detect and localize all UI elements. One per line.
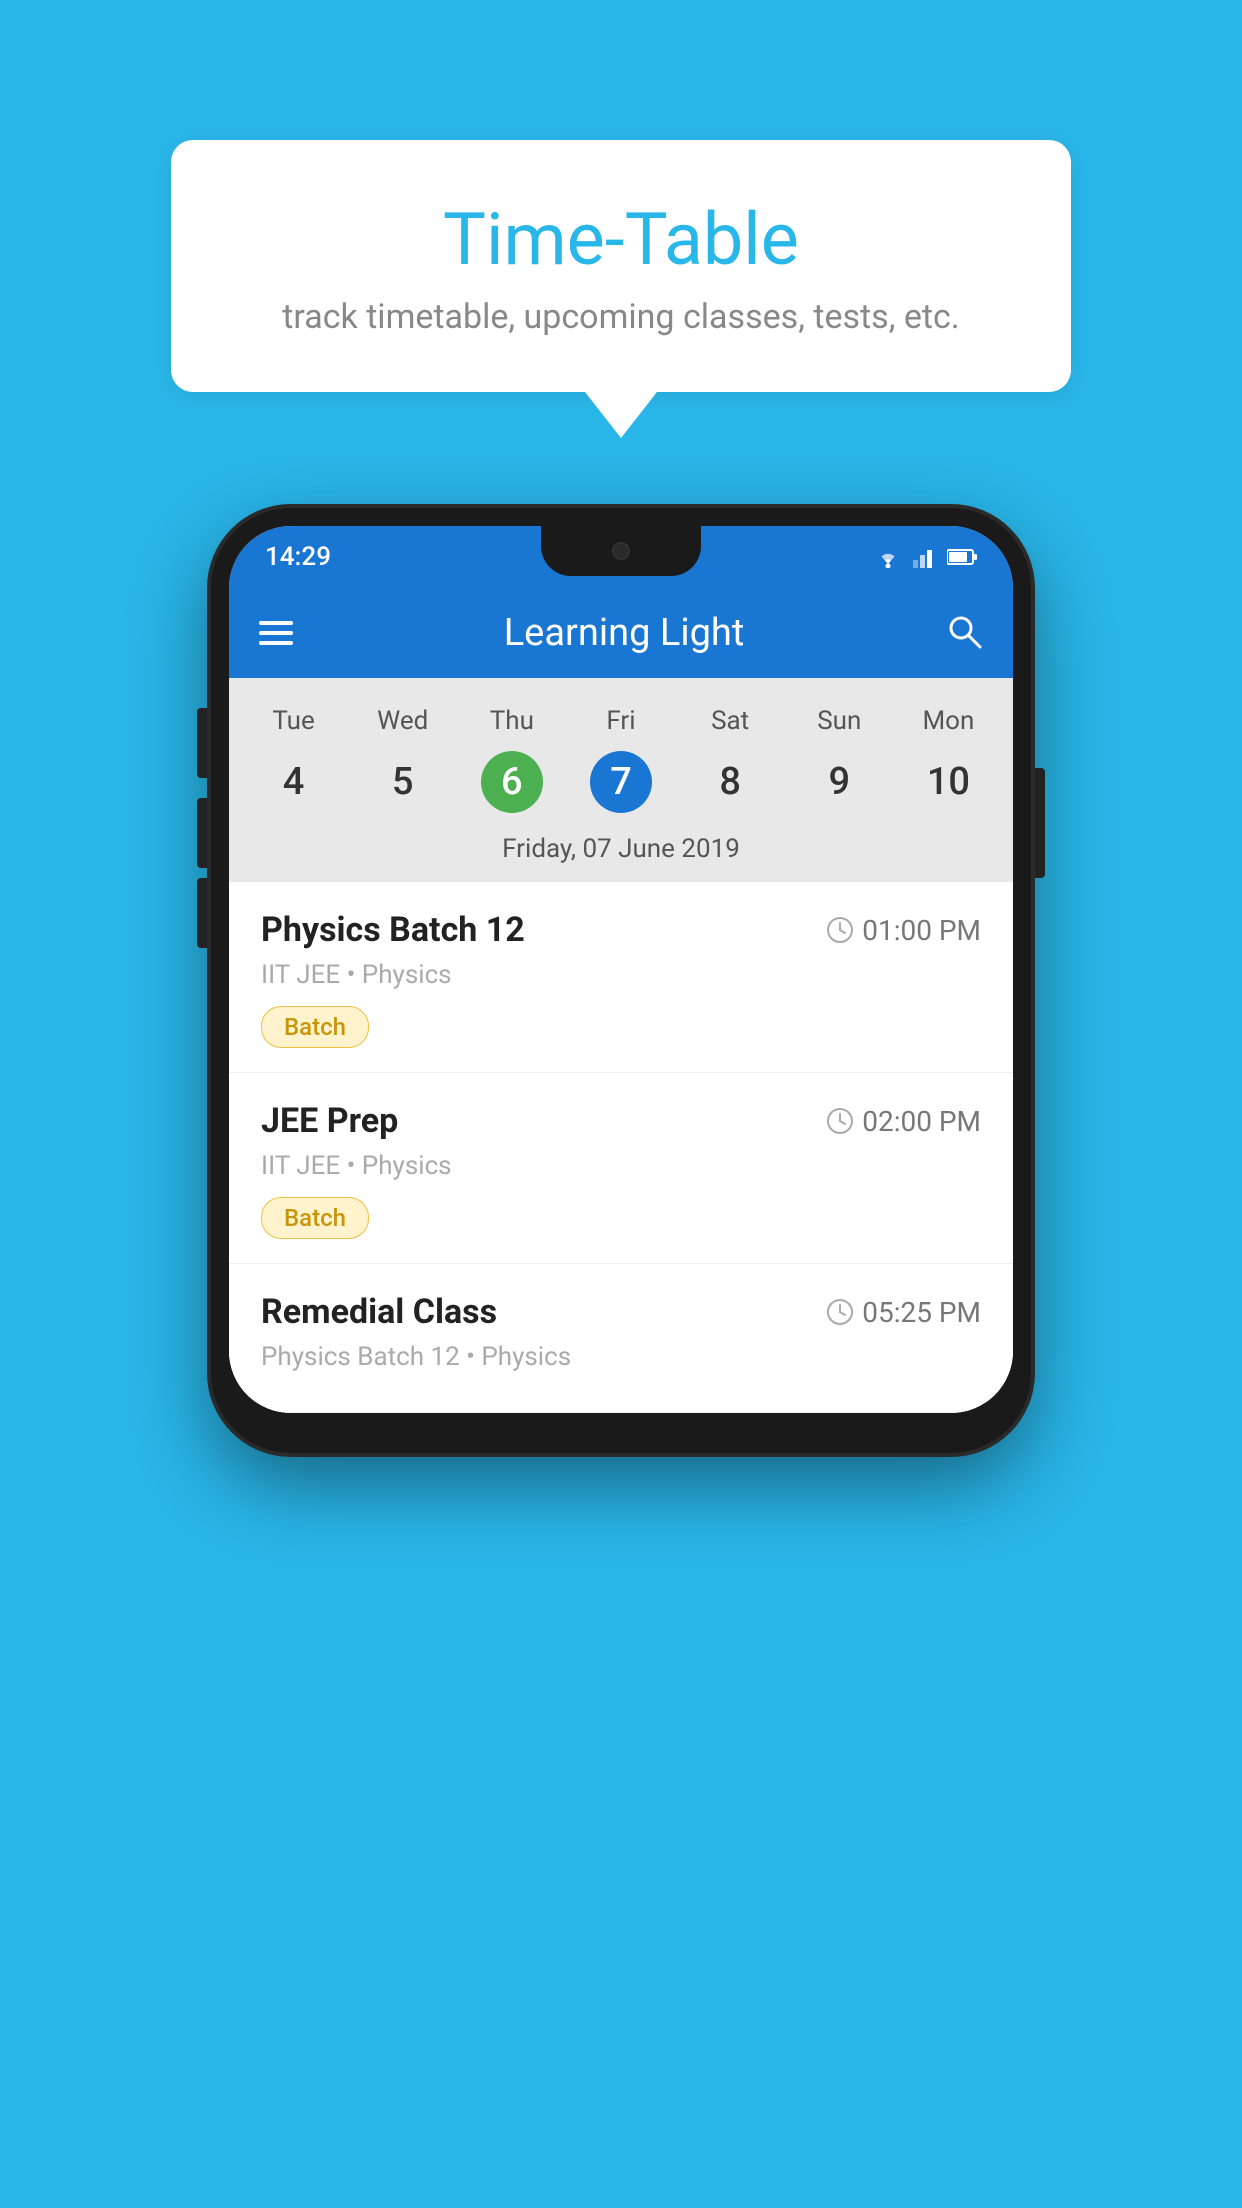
schedule-item-3-time-text: 05:25 PM	[862, 1296, 981, 1329]
schedule-item-2-title: JEE Prep	[261, 1101, 398, 1141]
schedule-item-1-badge: Batch	[261, 1006, 369, 1048]
schedule-item-2[interactable]: JEE Prep 02:00 PM	[229, 1073, 1013, 1264]
phone-screen: 14:29	[229, 526, 1013, 1413]
schedule-item-2-time: 02:00 PM	[826, 1105, 981, 1138]
day-10[interactable]: 10	[894, 752, 1003, 812]
day-header-fri: Fri	[566, 698, 675, 744]
day-4[interactable]: 4	[239, 752, 348, 812]
schedule-item-2-badge: Batch	[261, 1197, 369, 1239]
schedule-item-2-meta: IIT JEE • Physics	[261, 1151, 981, 1181]
selected-date: Friday, 07 June 2019	[229, 824, 1013, 882]
schedule-item-3-header: Remedial Class 05:25 PM	[261, 1292, 981, 1332]
schedule-item-1[interactable]: Physics Batch 12 01:00 PM	[229, 882, 1013, 1073]
schedule-list: Physics Batch 12 01:00 PM	[229, 882, 1013, 1413]
phone-shell: 14:29	[211, 508, 1031, 1453]
camera-dot	[612, 542, 630, 560]
clock-icon-1	[826, 916, 854, 944]
app-bar: Learning Light	[229, 588, 1013, 678]
schedule-item-3-meta: Physics Batch 12 • Physics	[261, 1342, 981, 1372]
day-header-tue: Tue	[239, 698, 348, 744]
schedule-item-1-meta: IIT JEE • Physics	[261, 960, 981, 990]
search-icon[interactable]	[945, 612, 983, 654]
schedule-item-3-time: 05:25 PM	[826, 1296, 981, 1329]
day-7-selected[interactable]: 7	[566, 752, 675, 812]
tooltip-title: Time-Table	[251, 200, 991, 279]
schedule-item-2-header: JEE Prep 02:00 PM	[261, 1101, 981, 1141]
schedule-item-3-title: Remedial Class	[261, 1292, 497, 1332]
tooltip-arrow	[585, 392, 657, 438]
phone-mockup: 14:29	[211, 508, 1031, 1453]
schedule-item-3[interactable]: Remedial Class 05:25 PM	[229, 1264, 1013, 1413]
day-header-mon: Mon	[894, 698, 1003, 744]
day-header-sun: Sun	[785, 698, 894, 744]
notch	[541, 526, 701, 576]
app-title: Learning Light	[323, 611, 925, 655]
tooltip-box: Time-Table track timetable, upcoming cla…	[171, 140, 1071, 392]
day-header-wed: Wed	[348, 698, 457, 744]
schedule-item-1-time-text: 01:00 PM	[862, 914, 981, 947]
signal-icon	[913, 546, 937, 568]
day-header-thu: Thu	[457, 698, 566, 744]
day-header-sat: Sat	[676, 698, 785, 744]
day-6-today[interactable]: 6	[457, 752, 566, 812]
wifi-icon	[873, 546, 903, 568]
day-headers: Tue Wed Thu Fri Sat Sun Mon	[229, 698, 1013, 744]
tooltip-subtitle: track timetable, upcoming classes, tests…	[251, 297, 991, 337]
status-bar: 14:29	[229, 526, 1013, 588]
day-8[interactable]: 8	[676, 752, 785, 812]
schedule-item-1-title: Physics Batch 12	[261, 910, 525, 950]
day-9[interactable]: 9	[785, 752, 894, 812]
calendar-strip: Tue Wed Thu Fri Sat Sun Mon 4 5 6 7 8 9 …	[229, 678, 1013, 882]
schedule-item-1-header: Physics Batch 12 01:00 PM	[261, 910, 981, 950]
day-numbers: 4 5 6 7 8 9 10	[229, 744, 1013, 824]
day-5[interactable]: 5	[348, 752, 457, 812]
battery-icon	[947, 548, 977, 566]
status-icons	[873, 546, 977, 568]
clock-icon-2	[826, 1107, 854, 1135]
tooltip-section: Time-Table track timetable, upcoming cla…	[171, 140, 1071, 438]
schedule-item-2-time-text: 02:00 PM	[862, 1105, 981, 1138]
hamburger-button[interactable]	[259, 621, 293, 645]
status-time: 14:29	[265, 542, 331, 572]
schedule-item-1-time: 01:00 PM	[826, 914, 981, 947]
clock-icon-3	[826, 1298, 854, 1326]
